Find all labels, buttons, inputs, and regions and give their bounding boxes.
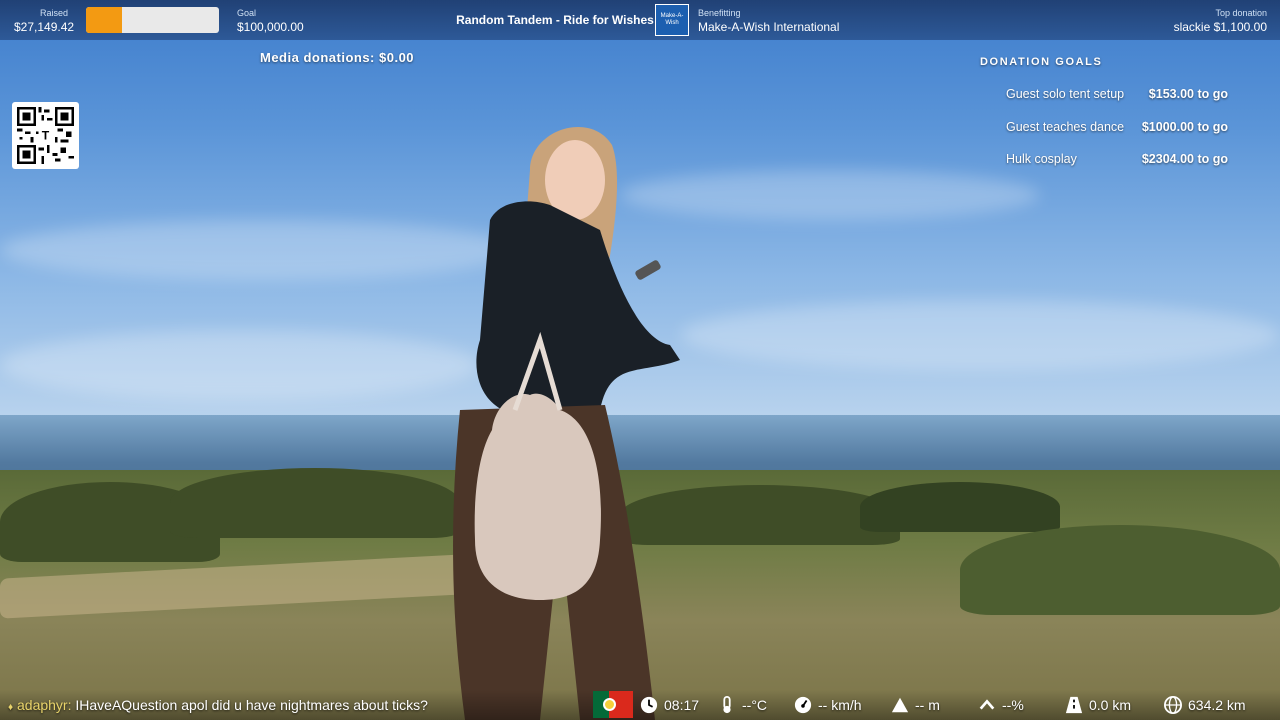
bush [170, 468, 460, 538]
goal-row: Guest teaches dance $1000.00 to go [1006, 120, 1228, 134]
total-distance-stat: 634.2 km [1164, 696, 1246, 714]
cloud [0, 330, 480, 400]
mountain-icon [891, 697, 909, 713]
goal-name: Hulk cosplay [1006, 152, 1077, 166]
incline-value: --% [1002, 697, 1024, 713]
bush [960, 525, 1280, 615]
speed-value: -- km/h [818, 697, 862, 713]
clock-value: 08:17 [664, 697, 700, 713]
chat-username: adaphyr: [17, 697, 72, 713]
temperature-stat: --°C [718, 696, 767, 714]
goal-amount: $1000.00 to go [1141, 120, 1228, 134]
temperature-value: --°C [742, 697, 768, 713]
donation-goals-panel: DONATION GOALS Guest solo tent setup $15… [980, 56, 1240, 166]
altitude-value: -- m [915, 697, 940, 713]
svg-text:T: T [42, 129, 50, 143]
globe-icon [1164, 696, 1182, 714]
total-distance-value: 634.2 km [1188, 697, 1246, 713]
altitude-stat: -- m [891, 696, 940, 714]
top-donation-label: Top donation [1215, 8, 1267, 18]
chat-badge-icon: ♦ [8, 702, 14, 713]
thermometer-icon [723, 696, 731, 714]
progress-fill [86, 7, 122, 33]
speed-stat: -- km/h [794, 696, 862, 714]
goal-name: Guest solo tent setup [1006, 87, 1125, 101]
qr-code-icon: T [17, 107, 74, 164]
incline-stat: --% [978, 696, 1024, 714]
video-frame [0, 0, 1280, 720]
benefitting-label: Benefitting [698, 8, 741, 18]
goal-value: $100,000.00 [237, 20, 304, 34]
clock-icon [640, 696, 658, 714]
bush [860, 482, 1060, 532]
media-donations: Media donations: $0.00 [260, 50, 415, 65]
speedometer-icon [794, 696, 812, 714]
goal-name: Guest teaches dance [1006, 120, 1125, 134]
raised-label: Raised [40, 8, 69, 18]
stream-title: Random Tandem - Ride for Wishes [456, 13, 654, 27]
goal-amount: $153.00 to go [1148, 87, 1228, 101]
top-donation-value: slackie $1,100.00 [1173, 20, 1267, 34]
chat-text: IHaveAQuestion apol did u have nightmare… [75, 697, 428, 713]
goal-row: Hulk cosplay $2304.00 to go [1006, 152, 1228, 166]
top-bar: Raised $27,149.42 Goal $100,000.00 Rando… [0, 0, 1280, 40]
donation-goals-title: DONATION GOALS [980, 56, 1103, 68]
donation-progress-bar [86, 7, 219, 33]
chevron-up-icon [979, 699, 995, 710]
goal-row: Guest solo tent setup $153.00 to go [1006, 87, 1228, 101]
portugal-flag-icon [593, 691, 633, 718]
distance-stat: 0.0 km [1065, 696, 1131, 714]
person-figure [453, 126, 680, 720]
qr-code[interactable]: T [12, 102, 79, 169]
goal-amount: $2304.00 to go [1141, 152, 1228, 166]
clock-stat: 08:17 [640, 696, 699, 714]
raised-value: $27,149.42 [14, 20, 75, 34]
benefitting-value: Make-A-Wish International [698, 20, 840, 34]
cloud [680, 300, 1280, 370]
goal-label: Goal [237, 8, 257, 18]
chat-message: ♦ adaphyr: IHaveAQuestion apol did u hav… [8, 697, 428, 713]
road-icon [1065, 696, 1083, 714]
make-a-wish-logo: Make-A-Wish [655, 4, 689, 36]
distance-value: 0.0 km [1089, 697, 1132, 713]
